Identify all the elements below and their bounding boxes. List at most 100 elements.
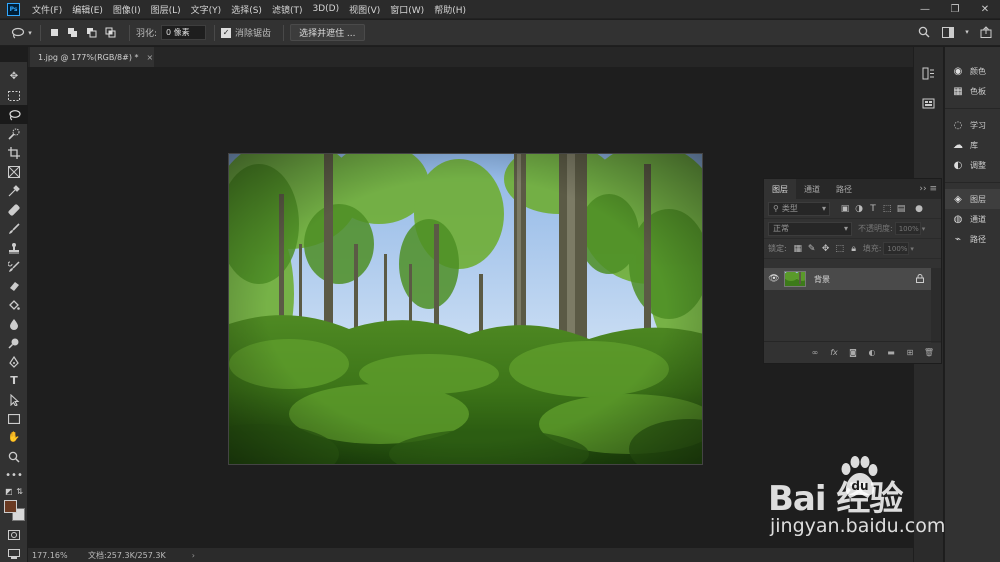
paint-bucket-tool-icon[interactable] <box>0 295 28 314</box>
rectangle-tool-icon[interactable] <box>0 409 28 428</box>
dock-item-layers[interactable]: ◈ 图层 <box>945 189 1000 209</box>
path-selection-tool-icon[interactable] <box>0 390 28 409</box>
minimize-button[interactable]: — <box>910 0 940 19</box>
close-button[interactable]: ✕ <box>970 0 1000 19</box>
dodge-tool-icon[interactable] <box>0 333 28 352</box>
swap-colors-icon[interactable]: ◩ ⇅ <box>0 485 28 497</box>
screen-mode-icon[interactable] <box>0 544 28 562</box>
layer-name[interactable]: 背景 <box>814 274 830 285</box>
marquee-tool-icon[interactable] <box>0 86 28 105</box>
maximize-button[interactable]: ❐ <box>940 0 970 19</box>
lock-transparent-icon[interactable]: ▦ <box>791 244 805 254</box>
new-selection-icon[interactable] <box>47 26 61 40</box>
lasso-tool-preset-icon[interactable] <box>10 25 26 41</box>
menu-help[interactable]: 帮助(H) <box>434 3 466 16</box>
dock-item-adjustments[interactable]: ◐ 调整 <box>945 155 1000 175</box>
menu-view[interactable]: 视图(V) <box>349 3 380 16</box>
history-brush-tool-icon[interactable] <box>0 257 28 276</box>
new-group-icon[interactable]: ▬ <box>885 348 897 357</box>
close-tab-icon[interactable]: × <box>147 53 154 62</box>
menu-file[interactable]: 文件(F) <box>32 3 62 16</box>
opacity-input[interactable]: 100% <box>894 222 921 235</box>
workspace-icon[interactable] <box>940 24 956 40</box>
layer-row-background[interactable]: 👁︎ 背景 <box>764 268 932 290</box>
dock-item-paths[interactable]: ⌁ 路径 <box>945 229 1000 249</box>
menu-3d[interactable]: 3D(D) <box>312 4 339 14</box>
layers-scrollbar[interactable] <box>931 268 941 343</box>
menu-image[interactable]: 图像(I) <box>113 3 141 16</box>
pen-tool-icon[interactable] <box>0 352 28 371</box>
lock-all-icon[interactable]: 🔒︎ <box>847 244 861 254</box>
dock-item-color[interactable]: ◉ 颜色 <box>945 61 1000 81</box>
panel-menu-icon[interactable]: ›› ≡ <box>919 184 941 194</box>
clone-stamp-tool-icon[interactable] <box>0 238 28 257</box>
dock-item-channels[interactable]: ◍ 通道 <box>945 209 1000 229</box>
menu-type[interactable]: 文字(Y) <box>191 3 222 16</box>
menu-layer[interactable]: 图层(L) <box>151 3 181 16</box>
quick-selection-tool-icon[interactable] <box>0 124 28 143</box>
forest-image[interactable] <box>228 153 703 465</box>
new-adjustment-layer-icon[interactable]: ◐ <box>866 348 878 357</box>
chevron-down-icon[interactable]: ▾ <box>922 225 926 233</box>
filter-type-icon[interactable]: T <box>866 204 880 214</box>
add-mask-icon[interactable]: ◙ <box>847 348 859 357</box>
lock-position-icon[interactable]: ✥ <box>819 244 833 254</box>
menu-window[interactable]: 窗口(W) <box>390 3 424 16</box>
feather-input[interactable]: 0 像素 <box>161 25 207 40</box>
hand-tool-icon[interactable]: ✋ <box>0 428 28 447</box>
properties-panel-icon[interactable] <box>914 91 942 115</box>
healing-brush-tool-icon[interactable] <box>0 200 28 219</box>
filter-pixel-icon[interactable]: ▣ <box>838 204 852 214</box>
frame-tool-icon[interactable] <box>0 162 28 181</box>
fill-input[interactable]: 100% <box>883 242 910 255</box>
search-icon[interactable] <box>916 24 932 40</box>
eye-icon[interactable]: 👁︎ <box>764 274 784 284</box>
layer-style-icon[interactable]: fx <box>828 348 840 357</box>
eyedropper-tool-icon[interactable] <box>0 181 28 200</box>
delete-layer-icon[interactable]: 🗑︎ <box>923 348 935 357</box>
zoom-level[interactable]: 177.16% <box>28 551 78 560</box>
chevron-down-icon[interactable]: ▾ <box>964 24 970 40</box>
brush-tool-icon[interactable] <box>0 219 28 238</box>
dock-item-libraries[interactable]: ☁ 库 <box>945 135 1000 155</box>
menu-filter[interactable]: 滤镜(T) <box>272 3 303 16</box>
eraser-tool-icon[interactable] <box>0 276 28 295</box>
lock-pixels-icon[interactable]: ✎ <box>805 244 819 254</box>
add-to-selection-icon[interactable] <box>66 26 80 40</box>
dock-item-swatches[interactable]: ▦ 色板 <box>945 81 1000 101</box>
quick-mask-icon[interactable] <box>0 525 28 544</box>
tab-paths[interactable]: 路径 <box>828 179 860 199</box>
type-tool-icon[interactable]: T <box>0 371 28 390</box>
more-tools-icon[interactable]: ••• <box>0 466 28 485</box>
new-layer-icon[interactable]: ⊞ <box>904 348 916 357</box>
intersect-selection-icon[interactable] <box>104 26 118 40</box>
lasso-tool-icon[interactable] <box>0 105 28 124</box>
menu-select[interactable]: 选择(S) <box>231 3 262 16</box>
crop-tool-icon[interactable] <box>0 143 28 162</box>
chevron-down-icon[interactable]: ▾ <box>26 25 34 41</box>
chevron-down-icon[interactable]: ▾ <box>910 245 914 253</box>
filter-toggle-icon[interactable]: ● <box>912 204 926 214</box>
blur-tool-icon[interactable] <box>0 314 28 333</box>
link-layers-icon[interactable]: ∞ <box>809 348 821 357</box>
status-menu-arrow-icon[interactable]: › <box>192 551 195 560</box>
dock-item-learn[interactable]: ◌ 学习 <box>945 115 1000 135</box>
move-tool-icon[interactable]: ✥ <box>0 67 28 86</box>
document-tab[interactable]: 1.jpg @ 177%(RGB/8#) * × <box>30 47 154 67</box>
share-icon[interactable] <box>978 24 994 40</box>
zoom-tool-icon[interactable] <box>0 447 28 466</box>
lock-artboard-icon[interactable]: ⬚ <box>833 244 847 254</box>
blend-mode-dropdown[interactable]: 正常 ▾ <box>768 221 852 236</box>
subtract-from-selection-icon[interactable] <box>85 26 99 40</box>
history-panel-icon[interactable] <box>914 61 942 85</box>
filter-shape-icon[interactable]: ⬚ <box>880 204 894 214</box>
tab-layers[interactable]: 图层 <box>764 179 796 199</box>
select-and-mask-button[interactable]: 选择并遮住 ... <box>290 24 365 41</box>
tab-channels[interactable]: 通道 <box>796 179 828 199</box>
layer-kind-filter[interactable]: ⚲ 类型 ▾ <box>768 201 830 216</box>
menu-edit[interactable]: 编辑(E) <box>72 3 103 16</box>
antialias-checkbox[interactable]: ✓ <box>221 27 232 38</box>
filter-smart-object-icon[interactable]: ▤ <box>894 204 908 214</box>
foreground-color-swatch[interactable] <box>4 500 17 513</box>
filter-adjustment-icon[interactable]: ◑ <box>852 204 866 214</box>
